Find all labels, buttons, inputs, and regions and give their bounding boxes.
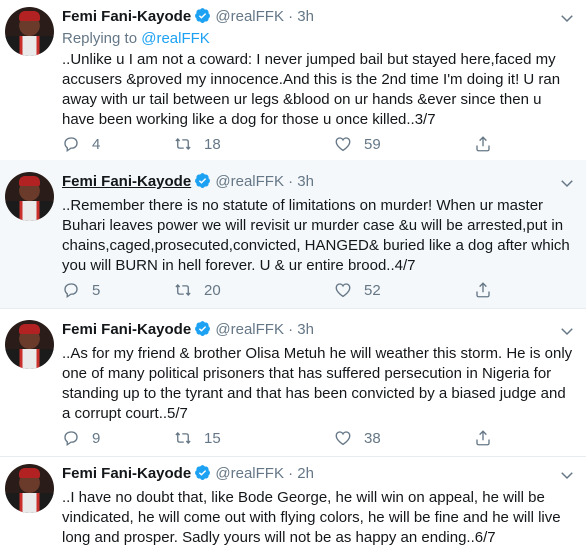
verified-badge-icon [195,173,211,188]
avatar[interactable] [5,464,54,513]
author-name[interactable]: Femi Fani-Kayode [62,8,191,25]
avatar[interactable] [5,320,54,369]
share-button[interactable] [474,135,504,153]
chevron-down-icon[interactable] [558,322,576,340]
share-button[interactable] [474,429,504,447]
share-icon [476,430,490,446]
retweet-count: 20 [204,281,221,299]
tweet-header: Femi Fani-Kayode @realFFK · 3h [62,7,314,27]
share-button[interactable] [474,281,504,299]
author-handle[interactable]: @realFFK [215,465,284,482]
tweet-thread: Femi Fani-Kayode @realFFK · 3h Replying … [0,0,586,553]
reply-icon [64,431,78,447]
verified-badge-icon [195,321,211,336]
like-count: 52 [364,281,381,299]
retweet-icon [175,431,191,445]
tweet-text: ..Remember there is no statute of limita… [62,197,570,274]
chevron-down-icon[interactable] [558,466,576,484]
like-icon [335,283,351,298]
tweet[interactable]: Femi Fani-Kayode @realFFK · 2h ..I have … [0,456,586,553]
like-count: 59 [364,135,381,153]
tweet-actions: 5 20 52 [62,281,490,301]
reply-button[interactable]: 5 [62,281,100,299]
reply-icon [64,283,78,299]
like-button[interactable]: 52 [334,281,381,299]
tweet-text: ..Unlike u I am not a coward: I never ju… [62,51,561,128]
tweet[interactable]: Femi Fani-Kayode @realFFK · 3h ..As for … [0,308,586,457]
tweet-text: ..As for my friend & brother Olisa Metuh… [62,345,573,422]
timestamp[interactable]: 3h [297,8,314,25]
replying-to-label: Replying to [62,30,142,47]
tweet-header: Femi Fani-Kayode @realFFK · 2h [62,464,314,484]
tweet[interactable]: Femi Fani-Kayode @realFFK · 3h Replying … [0,0,586,161]
tweet-actions: 4 18 59 [62,135,490,155]
replying-to-handle-link[interactable]: @realFFK [141,30,210,47]
chevron-down-icon[interactable] [558,174,576,192]
reply-button[interactable]: 9 [62,429,100,447]
author-name[interactable]: Femi Fani-Kayode [62,321,191,338]
retweet-count: 18 [204,135,221,153]
tweet-header: Femi Fani-Kayode @realFFK · 3h [62,320,314,340]
like-icon [335,137,351,152]
author-name[interactable]: Femi Fani-Kayode [62,173,191,190]
retweet-button[interactable]: 15 [174,429,221,447]
like-button[interactable]: 38 [334,429,381,447]
retweet-button[interactable]: 18 [174,135,221,153]
timestamp[interactable]: 2h [297,465,314,482]
author-handle[interactable]: @realFFK [215,8,284,25]
separator-dot: · [288,321,294,338]
timestamp[interactable]: 3h [297,173,314,190]
verified-badge-icon [195,465,211,480]
like-button[interactable]: 59 [334,135,381,153]
share-icon [476,136,490,152]
retweet-count: 15 [204,429,221,447]
reply-button[interactable]: 4 [62,135,100,153]
tweet-actions: 9 15 38 [62,429,490,449]
avatar[interactable] [5,7,54,56]
retweet-button[interactable]: 20 [174,281,221,299]
avatar[interactable] [5,172,54,221]
retweet-icon [175,283,191,297]
retweet-icon [175,137,191,151]
author-name[interactable]: Femi Fani-Kayode [62,465,191,482]
separator-dot: · [288,173,294,190]
tweet[interactable]: Femi Fani-Kayode @realFFK · 3h ..Remembe… [0,160,586,309]
separator-dot: · [288,8,294,25]
tweet-text: ..I have no doubt that, like Bode George… [62,489,561,546]
reply-count: 9 [92,429,101,447]
reply-icon [64,137,78,153]
tweet-header: Femi Fani-Kayode @realFFK · 3h [62,172,314,192]
author-handle[interactable]: @realFFK [215,321,284,338]
replying-to: Replying to @realFFK [62,29,210,49]
chevron-down-icon[interactable] [558,9,576,27]
share-icon [476,282,490,298]
reply-count: 5 [92,281,101,299]
author-handle[interactable]: @realFFK [215,173,284,190]
separator-dot: · [288,465,294,482]
like-icon [335,431,351,446]
reply-count: 4 [92,135,101,153]
like-count: 38 [364,429,381,447]
timestamp[interactable]: 3h [297,321,314,338]
verified-badge-icon [195,8,211,23]
